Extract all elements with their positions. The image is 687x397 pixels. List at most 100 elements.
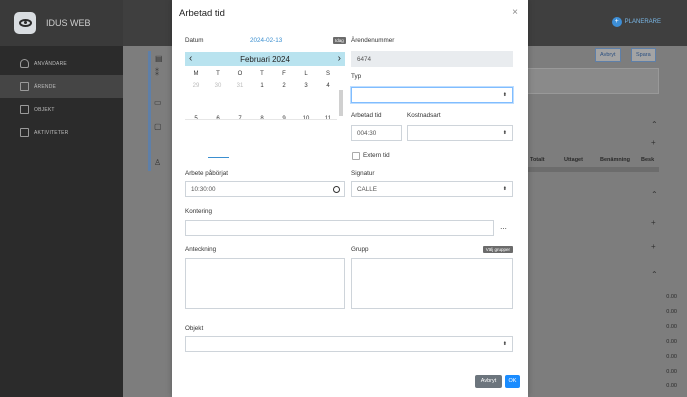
weekday-label: M — [193, 71, 199, 77]
user-icon — [20, 59, 29, 68]
kontering-label: Kontering — [185, 208, 212, 215]
value-cell: 0.00 — [666, 354, 677, 360]
datum-value[interactable]: 2024-02-13 — [250, 37, 282, 44]
select-caret-icon: ⬍ — [502, 130, 507, 136]
modal-title: Arbetad tid — [179, 8, 225, 19]
plus-icon[interactable]: + — [651, 218, 656, 227]
kostnadsart-label: Kostnadsart — [407, 112, 441, 119]
chevron-up-icon[interactable]: ⌃ — [651, 190, 658, 199]
extern-tid-checkbox[interactable] — [352, 152, 360, 160]
column-header: Besk — [641, 157, 655, 163]
chevron-left-icon[interactable]: ‹ — [189, 54, 192, 64]
calendar-scrollbar[interactable] — [338, 84, 344, 159]
anteckning-textarea[interactable] — [185, 258, 345, 309]
arbete-paborjat-label: Arbete påbörjat — [185, 170, 229, 177]
ok-button[interactable]: OK — [505, 375, 520, 388]
calendar-selected-marker — [208, 157, 229, 158]
background-panel — [523, 68, 659, 94]
calendar-day[interactable]: 2 — [273, 83, 295, 89]
arendenummer-label: Ärendenummer — [351, 37, 395, 44]
calendar-icon: ▭ — [154, 98, 162, 107]
sidebar-item-arende[interactable]: ÄRENDE — [0, 75, 123, 98]
weekday-label: O — [237, 71, 243, 77]
chevron-up-icon[interactable]: ⌃ — [651, 120, 658, 129]
calendar-week: 29 30 31 1 2 3 4 — [185, 80, 345, 113]
planerare-link[interactable]: + PLANERARE — [611, 17, 661, 27]
signatur-label: Signatur — [351, 170, 375, 177]
eye-logo-icon — [14, 12, 36, 34]
avbryt-button[interactable]: Avbryt — [475, 375, 502, 388]
tree-icon: ⁑ — [155, 68, 159, 77]
arendenummer-value: 6474 — [357, 55, 372, 63]
weekday-label: T — [260, 71, 264, 77]
sidebar-nav: ANVÄNDARE ÄRENDE OBJEKT AKTIVITETER — [0, 52, 123, 144]
select-caret-icon: ⬍ — [502, 186, 507, 192]
select-caret-icon: ⬍ — [502, 92, 507, 98]
value-cell: 0.00 — [666, 324, 677, 330]
close-icon[interactable]: × — [512, 7, 518, 18]
arendenummer-field: 6474 — [351, 51, 513, 67]
calendar-day[interactable]: 4 — [317, 83, 339, 89]
chart-icon — [20, 128, 29, 137]
chevron-right-icon[interactable]: › — [338, 54, 341, 64]
sidebar-item-label: AKTIVITETER — [34, 129, 69, 136]
calendar-day[interactable]: 3 — [295, 83, 317, 89]
calendar-weekdays: M T O T F L S — [185, 68, 345, 80]
valj-grupper-button[interactable]: Välj grupper — [482, 246, 513, 253]
sidebar-item-label: OBJEKT — [34, 106, 55, 113]
value-cell: 0.00 — [666, 309, 677, 315]
value-cell: 0.00 — [666, 339, 677, 345]
calendar-day[interactable]: 30 — [207, 83, 229, 89]
arbete-paborjat-value: 10:30:00 — [191, 185, 216, 193]
chevron-up-icon[interactable]: ⌃ — [651, 270, 658, 279]
value-cell: 0.00 — [666, 294, 677, 300]
comment-icon: ▢ — [154, 122, 162, 131]
weekday-label: F — [282, 71, 286, 77]
signatur-value: CALLE — [357, 185, 377, 193]
grupp-label: Grupp — [351, 246, 369, 253]
clock-icon[interactable] — [333, 186, 340, 193]
datum-label: Datum — [185, 37, 204, 44]
document-icon — [20, 82, 29, 91]
plus-icon[interactable]: + — [651, 138, 656, 147]
table-scrollbar[interactable] — [523, 167, 659, 172]
arbete-paborjat-field[interactable]: 10:30:00 — [185, 181, 345, 197]
sidebar: IDUS WEB ANVÄNDARE ÄRENDE OBJEKT AKTIVIT… — [0, 0, 123, 397]
typ-label: Typ — [351, 73, 362, 80]
idag-button[interactable]: Idag — [333, 37, 346, 44]
anteckning-label: Anteckning — [185, 246, 217, 253]
calendar-grid: M T O T F L S 29 30 31 1 2 3 4 5 6 7 8 9… — [185, 68, 345, 146]
sidebar-item-aktiviteter[interactable]: AKTIVITETER — [0, 121, 123, 144]
background-avbryt-button[interactable]: Avbryt — [595, 48, 621, 62]
plus-icon[interactable]: + — [651, 242, 656, 251]
select-caret-icon: ⬍ — [502, 341, 507, 347]
sidebar-item-label: ANVÄNDARE — [34, 60, 67, 67]
value-cell: 0.00 — [666, 383, 677, 389]
weekday-label: T — [216, 71, 220, 77]
weekday-label: S — [325, 71, 330, 77]
planerare-label: PLANERARE — [624, 19, 661, 25]
arbetad-tid-label: Arbetad tid — [351, 112, 382, 119]
arbetad-tid-value: 004:30 — [357, 129, 377, 137]
signatur-select[interactable]: CALLE ⬍ — [351, 181, 513, 197]
calendar-day[interactable]: 29 — [185, 83, 207, 89]
background-accent — [148, 51, 151, 171]
column-header: Uttaget — [564, 157, 583, 163]
kontering-field[interactable] — [185, 220, 494, 236]
calendar-week: 5 6 7 8 9 10 11 — [185, 113, 345, 146]
typ-select[interactable]: ⬍ — [351, 87, 513, 103]
objekt-label: Objekt — [185, 325, 204, 332]
calendar-day[interactable]: 31 — [229, 83, 251, 89]
sidebar-item-objekt[interactable]: OBJEKT — [0, 98, 123, 121]
weekday-label: L — [304, 71, 308, 77]
sidebar-item-anvandare[interactable]: ANVÄNDARE — [0, 52, 123, 75]
calendar-day[interactable]: 1 — [251, 83, 273, 89]
kostnadsart-select[interactable]: ⬍ — [407, 125, 513, 141]
brand-name: IDUS WEB — [46, 18, 91, 28]
background-spara-button[interactable]: Spara — [631, 48, 656, 62]
objekt-select[interactable]: ⬍ — [185, 336, 513, 352]
kontering-more-button[interactable]: ... — [494, 220, 513, 237]
person-icon: ♙ — [154, 158, 162, 167]
arbetad-tid-field[interactable]: 004:30 — [351, 125, 402, 141]
grupp-list[interactable] — [351, 258, 513, 309]
